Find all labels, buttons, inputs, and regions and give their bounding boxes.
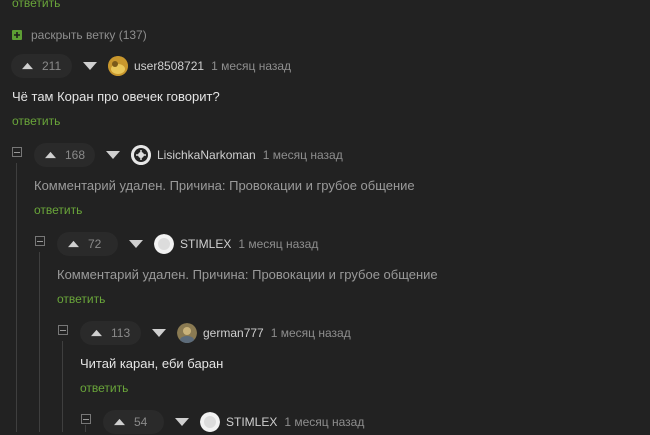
timestamp: 1 месяц назад [238, 237, 319, 251]
reply-link[interactable]: ответить [34, 203, 82, 217]
comment-deleted-text: Комментарий удален. Причина: Провокации … [57, 267, 438, 282]
avatar[interactable] [200, 412, 220, 432]
arrow-up-icon[interactable] [114, 418, 125, 426]
arrow-down-icon[interactable] [128, 239, 144, 249]
vote-score: 54 [134, 415, 148, 429]
thread-line[interactable] [16, 163, 17, 432]
thread-line[interactable] [85, 425, 86, 432]
username[interactable]: STIMLEX [226, 415, 277, 429]
reply-link[interactable]: ответить [57, 292, 105, 306]
username[interactable]: LisichkaNarkoman [157, 148, 256, 162]
avatar[interactable] [177, 323, 197, 343]
vote-score: 113 [111, 326, 131, 340]
arrow-up-icon[interactable] [91, 329, 102, 337]
timestamp: 1 месяц назад [284, 415, 365, 429]
vote-control: 168 [34, 143, 95, 167]
collapse-minus-icon[interactable] [12, 147, 22, 157]
expand-thread-label: раскрыть ветку (137) [31, 28, 147, 42]
avatar[interactable] [131, 145, 151, 165]
username[interactable]: user8508721 [134, 59, 204, 73]
vote-control: 54 [103, 410, 164, 434]
vote-score: 211 [42, 59, 62, 73]
username[interactable]: STIMLEX [180, 237, 231, 251]
vote-control: 72 [57, 232, 118, 256]
expand-plus-icon [12, 30, 22, 40]
arrow-up-icon[interactable] [22, 62, 33, 70]
arrow-up-icon[interactable] [45, 151, 56, 159]
arrow-up-icon[interactable] [68, 240, 79, 248]
comment-header: 72 STIMLEX 1 месяц назад [57, 231, 318, 257]
comment-text: Чё там Коран про овечек говорит? [12, 89, 220, 104]
thread-line[interactable] [62, 341, 63, 432]
comment-text: Читай каран, еби баран [80, 356, 224, 371]
avatar[interactable] [108, 56, 128, 76]
expand-thread-button[interactable]: раскрыть ветку (137) [12, 28, 147, 42]
timestamp: 1 месяц назад [211, 59, 292, 73]
collapse-minus-icon[interactable] [35, 236, 45, 246]
timestamp: 1 месяц назад [262, 148, 343, 162]
comment-header: 113 german777 1 месяц назад [80, 320, 351, 346]
comment-header: 54 STIMLEX 1 месяц назад [103, 409, 364, 435]
vote-score: 168 [65, 148, 86, 162]
arrow-down-icon[interactable] [105, 150, 121, 160]
reply-link[interactable]: ответить [12, 114, 60, 128]
comment-header: 211 user8508721 1 месяц назад [11, 53, 291, 79]
arrow-down-icon[interactable] [82, 61, 98, 71]
vote-score: 72 [88, 237, 102, 251]
vote-control: 113 [80, 321, 141, 345]
comment-header: 168 LisichkaNarkoman 1 месяц назад [34, 142, 343, 168]
avatar[interactable] [154, 234, 174, 254]
collapse-minus-icon[interactable] [81, 414, 91, 424]
comment-deleted-text: Комментарий удален. Причина: Провокации … [34, 178, 415, 193]
thread-line[interactable] [39, 252, 40, 432]
username[interactable]: german777 [203, 326, 264, 340]
timestamp: 1 месяц назад [270, 326, 351, 340]
reply-link[interactable]: ответить [80, 381, 128, 395]
reply-link[interactable]: ответить [12, 0, 60, 10]
vote-control: 211 [11, 54, 72, 78]
arrow-down-icon[interactable] [151, 328, 167, 338]
arrow-down-icon[interactable] [174, 417, 190, 427]
collapse-minus-icon[interactable] [58, 325, 68, 335]
